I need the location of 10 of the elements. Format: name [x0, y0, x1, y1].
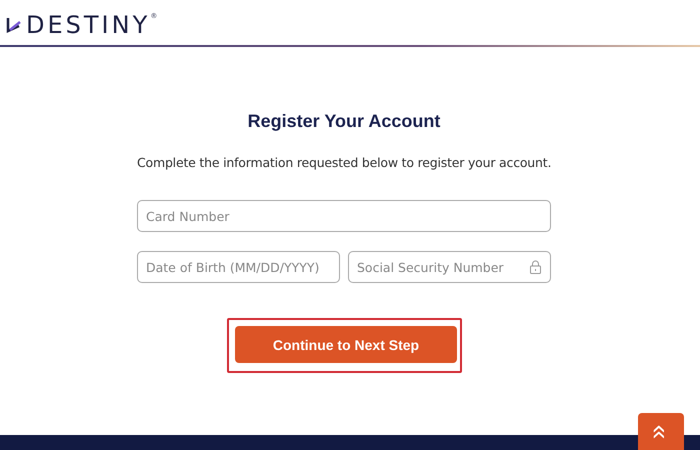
input-field[interactable]: Date of Birth (MM/DD/YYYY)	[137, 251, 340, 283]
continue-button[interactable]: Continue to Next Step	[235, 326, 457, 363]
input-field[interactable]: Social Security Number	[348, 251, 551, 283]
input-field[interactable]: Card Number	[137, 200, 551, 232]
logo-text: DESTINY	[26, 11, 150, 39]
scroll-top-button[interactable]: «	[638, 413, 684, 450]
form-title: Register Your Account	[246, 111, 442, 132]
logo-icon	[6, 16, 22, 34]
lock-icon	[530, 260, 541, 274]
instructions-text: Complete the information requested below to register your account.	[137, 155, 551, 170]
